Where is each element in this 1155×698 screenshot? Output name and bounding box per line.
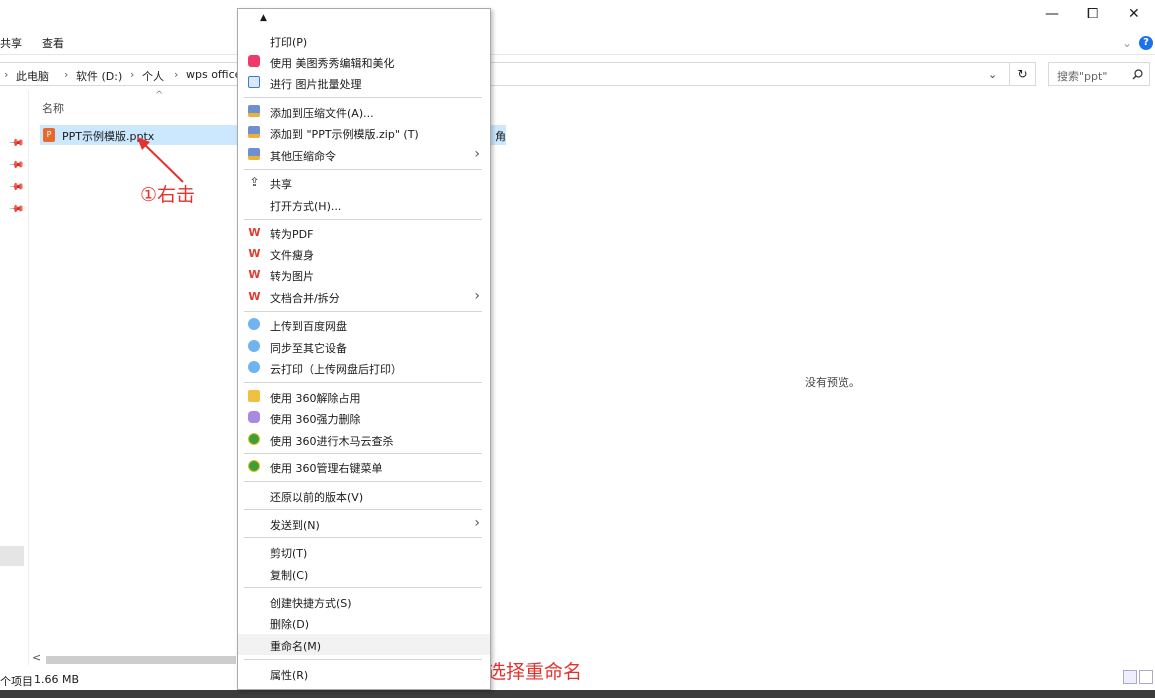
menu-item-label: 转为PDF [270,228,314,241]
menu-separator [244,97,482,98]
unlock-360-icon [248,390,261,403]
menu-scroll-up-icon[interactable]: ▲ [260,13,267,23]
menu-item-360-trojan-scan[interactable]: 使用 360进行木马云查杀 [238,429,490,450]
horizontal-scrollbar[interactable]: < [28,651,238,666]
menu-item-cut[interactable]: 剪切(T) [238,541,490,562]
menu-item-label: 复制(C) [270,569,309,582]
menu-item-upload-baidu[interactable]: 上传到百度网盘 [238,314,490,335]
menu-item-add-to-archive[interactable]: 添加到压缩文件(A)... [238,101,490,122]
menu-item-open-with[interactable]: 打开方式(H)... [238,194,490,215]
taskbar-edge [0,690,1155,698]
menu-item-to-pdf[interactable]: W 转为PDF [238,222,490,243]
submenu-arrow-icon: › [474,515,480,531]
wps-icon: W [248,268,261,281]
wps-icon: W [248,247,261,260]
scrollbar-thumb[interactable] [46,656,236,664]
shield-360-icon [248,433,261,446]
menu-item-add-to-zip[interactable]: 添加到 "PPT示例模版.zip" (T) [238,122,490,143]
menu-item-label: 打开方式(H)... [270,200,342,213]
menu-separator [244,169,482,170]
menu-item-label: 共享 [270,178,292,191]
menu-item-meitu-edit[interactable]: 使用 美图秀秀编辑和美化 [238,51,490,72]
menu-item-label: 进行 图片批量处理 [270,78,362,91]
menu-item-label: 文件瘦身 [270,249,314,262]
menu-item-label: 属性(R) [270,669,309,682]
menu-item-label: 使用 360进行木马云查杀 [270,435,394,448]
menu-item-label: 转为图片 [270,270,314,283]
cloud-icon [248,340,261,353]
menu-separator [244,659,482,660]
status-selection-size: 1.66 MB [34,673,80,686]
menu-item-label: 添加到 "PPT示例模版.zip" (T) [270,128,419,141]
cloud-icon [248,361,261,374]
menu-item-label: 文档合并/拆分 [270,292,340,305]
menu-item-to-image[interactable]: W 转为图片 [238,264,490,285]
preview-pane-message: 没有预览。 [805,376,860,389]
menu-item-label: 使用 360强力删除 [270,413,361,426]
menu-separator [244,382,482,383]
details-view-button[interactable] [1123,670,1137,684]
menu-separator [244,509,482,510]
menu-item-360-force-delete[interactable]: 使用 360强力删除 [238,407,490,428]
menu-item-360-manage-menu[interactable]: 使用 360管理右键菜单 [238,456,490,477]
menu-item-label: 发送到(N) [270,519,320,532]
menu-item-properties[interactable]: 属性(R) [238,663,490,684]
status-item-count: 个项目 [0,675,33,688]
menu-item-restore-versions[interactable]: 还原以前的版本(V) [238,485,490,506]
menu-item-send-to[interactable]: 发送到(N) › [238,513,490,534]
menu-item-share[interactable]: ⇪ 共享 [238,172,490,193]
winrar-icon [248,105,261,118]
meitu-icon [248,55,261,68]
menu-item-merge-split[interactable]: W 文档合并/拆分 › [238,286,490,307]
menu-separator [244,587,482,588]
menu-item-label: 其他压缩命令 [270,150,336,163]
menu-item-label: 同步至其它设备 [270,342,347,355]
menu-item-rename[interactable]: 重命名(M) [238,634,490,655]
menu-item-label: 使用 美图秀秀编辑和美化 [270,57,395,70]
menu-item-print[interactable]: 打印(P) [238,30,490,51]
menu-item-360-unlock[interactable]: 使用 360解除占用 [238,386,490,407]
menu-item-cloud-print[interactable]: 云打印（上传网盘后打印） [238,357,490,378]
large-icons-view-button[interactable] [1139,670,1153,684]
status-bar: 个项目 1.66 MB [0,670,1155,690]
menu-item-file-slim[interactable]: W 文件瘦身 [238,243,490,264]
shield-360-icon [248,460,261,473]
menu-separator [244,311,482,312]
menu-item-label: 创建快捷方式(S) [270,597,352,610]
menu-item-delete[interactable]: 删除(D) [238,612,490,633]
cloud-icon [248,318,261,331]
menu-separator [244,219,482,220]
menu-item-sync-devices[interactable]: 同步至其它设备 [238,336,490,357]
menu-item-label: 云打印（上传网盘后打印） [270,363,402,376]
menu-item-label: 打印(P) [270,36,308,49]
menu-item-label: 还原以前的版本(V) [270,491,364,504]
wps-icon: W [248,226,261,239]
menu-item-label: 剪切(T) [270,547,308,560]
menu-item-copy[interactable]: 复制(C) [238,563,490,584]
wps-icon: W [248,290,261,303]
scroll-left-icon[interactable]: < [32,651,41,664]
menu-item-other-compress[interactable]: 其他压缩命令 › [238,144,490,165]
menu-item-label: 使用 360解除占用 [270,392,361,405]
menu-item-batch-image[interactable]: 进行 图片批量处理 [238,72,490,93]
context-menu: ▲ 打印(P) 使用 美图秀秀编辑和美化 进行 图片批量处理 添加到压缩文件(A… [237,8,491,690]
menu-separator [244,537,482,538]
menu-item-create-shortcut[interactable]: 创建快捷方式(S) [238,591,490,612]
winrar-icon [248,126,261,139]
menu-separator [244,481,482,482]
menu-item-label: 添加到压缩文件(A)... [270,107,374,120]
submenu-arrow-icon: › [474,288,480,304]
annotation-arrows [137,137,471,663]
menu-item-label: 使用 360管理右键菜单 [270,462,383,475]
menu-item-label: 重命名(M) [270,640,322,653]
submenu-arrow-icon: › [474,146,480,162]
force-delete-360-icon [248,411,261,424]
winrar-icon [248,148,261,161]
menu-separator [244,453,482,454]
share-icon: ⇪ [249,175,260,189]
menu-item-label: 上传到百度网盘 [270,320,347,333]
arrow-to-file [139,139,184,183]
menu-item-label: 删除(D) [270,618,310,631]
batch-image-icon [248,76,261,89]
